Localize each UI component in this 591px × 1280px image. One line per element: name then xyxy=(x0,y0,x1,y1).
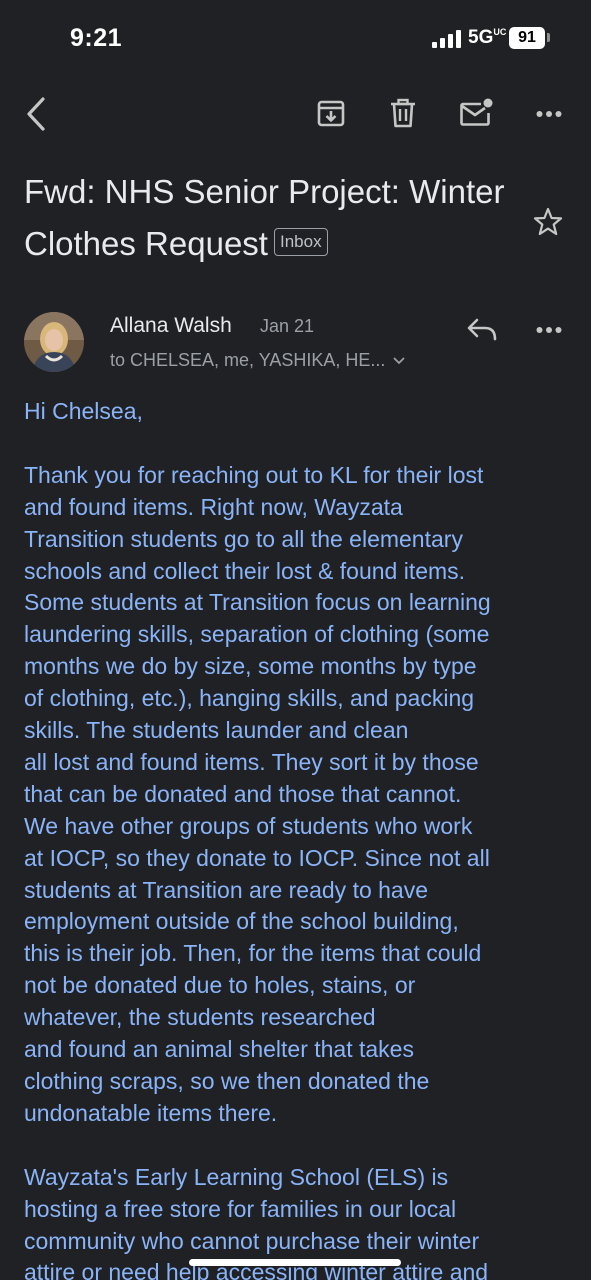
battery-level: 91 xyxy=(518,29,536,46)
reply-icon xyxy=(467,318,497,341)
avatar-photo xyxy=(24,312,84,372)
body-line: and found an animal shelter that takes xyxy=(24,1036,414,1063)
network-type: 5G xyxy=(468,27,494,48)
trash-icon xyxy=(391,98,415,128)
paragraph-1: Thank you for reaching out to KL for the… xyxy=(24,460,569,1130)
mark-unread-button[interactable] xyxy=(455,92,497,134)
body-line: this is their job. Then, for the items t… xyxy=(24,940,482,967)
body-line: all lost and found items. They sort it b… xyxy=(24,748,479,775)
sender-name[interactable]: Allana Walsh xyxy=(110,314,232,338)
body-line: months we do by size, some months by typ… xyxy=(24,653,477,680)
body-line: Transition students go to all the elemen… xyxy=(24,525,463,552)
archive-icon xyxy=(317,100,345,127)
archive-button[interactable] xyxy=(310,92,352,134)
body-line: and found items. Right now, Wayzata xyxy=(24,493,403,520)
body-line: employment outside of the school buildin… xyxy=(24,908,459,935)
home-indicator[interactable] xyxy=(189,1259,401,1266)
body-line: hosting a free store for families in our… xyxy=(24,1195,457,1222)
more-horizontal-icon xyxy=(536,327,562,333)
body-line: skills. The students launder and clean xyxy=(24,717,409,744)
delete-button[interactable] xyxy=(382,92,424,134)
battery-icon: 91 xyxy=(509,27,545,49)
email-screen: 9:21 5GUC 91 Fwd: NHS Senior Project: Wi… xyxy=(0,0,591,1280)
back-button[interactable] xyxy=(16,92,56,136)
message-more-button[interactable] xyxy=(528,316,570,344)
recipients-text: to CHELSEA, me, YASHIKA, HE... xyxy=(110,350,386,370)
sender-avatar[interactable] xyxy=(24,312,84,372)
body-line: Thank you for reaching out to KL for the… xyxy=(24,461,484,488)
body-line: clothing scraps, so we then donated the xyxy=(24,1068,430,1095)
body-line: that can be donated and those that canno… xyxy=(24,780,462,807)
body-line: whatever, the students researched xyxy=(24,1004,376,1031)
body-line: of clothing, etc.), hanging skills, and … xyxy=(24,685,475,712)
body-line: schools and collect their lost & found i… xyxy=(24,557,466,584)
more-options-button[interactable] xyxy=(528,100,570,128)
greeting: Hi Chelsea, xyxy=(24,398,143,424)
battery-tip xyxy=(547,33,550,42)
subject-text: Fwd: NHS Senior Project: Winter Clothes … xyxy=(24,173,505,262)
email-subject: Fwd: NHS Senior Project: Winter Clothes … xyxy=(24,166,524,270)
recipients-toggle[interactable]: to CHELSEA, me, YASHIKA, HE... xyxy=(110,350,405,371)
mail-unread-icon xyxy=(460,98,493,126)
status-bar: 9:21 5GUC 91 xyxy=(0,0,591,80)
reply-button[interactable] xyxy=(462,314,502,346)
star-icon xyxy=(533,207,563,236)
body-line: Wayzata's Early Learning School (ELS) is xyxy=(24,1163,449,1190)
body-line: We have other groups of students who wor… xyxy=(24,812,473,839)
body-line: laundering skills, separation of clothin… xyxy=(24,621,490,648)
body-line: students at Transition are ready to have xyxy=(24,876,429,903)
email-body: Hi Chelsea, Thank you for reaching out t… xyxy=(24,396,569,1280)
body-line: at IOCP, so they donate to IOCP. Since n… xyxy=(24,844,490,871)
inbox-label[interactable]: Inbox xyxy=(273,228,328,257)
body-line: undonatable items there. xyxy=(24,1099,278,1126)
signal-strength-icon xyxy=(432,30,462,48)
body-line: Some students at Transition focus on lea… xyxy=(24,589,491,616)
chevron-down-icon xyxy=(394,357,405,364)
network-indicator: 5GUC xyxy=(468,27,506,49)
chevron-left-icon xyxy=(27,97,45,131)
network-suffix: UC xyxy=(493,27,507,37)
star-button[interactable] xyxy=(530,204,566,240)
more-horizontal-icon xyxy=(536,111,562,117)
body-line: community who cannot purchase their wint… xyxy=(24,1227,480,1254)
body-line: not be donated due to holes, stains, or xyxy=(24,972,416,999)
status-time: 9:21 xyxy=(70,24,123,52)
email-date: Jan 21 xyxy=(260,316,315,336)
